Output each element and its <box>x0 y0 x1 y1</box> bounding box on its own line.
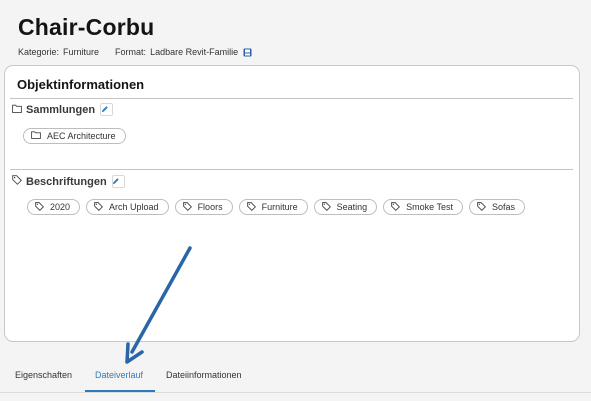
folder-icon <box>31 131 47 141</box>
category-label: Kategorie: <box>18 47 60 57</box>
category-value: Furniture <box>63 47 100 57</box>
collections-heading: Sammlungen <box>12 103 114 116</box>
folder-icon <box>12 104 26 116</box>
collections-chips: AEC Architecture <box>23 128 126 144</box>
tabs-divider <box>0 392 591 393</box>
label-chip[interactable]: 2020 <box>27 199 81 215</box>
tag-icon <box>477 201 492 213</box>
tab-bar: Eigenschaften Dateiverlauf Dateiinformat… <box>0 362 591 401</box>
revit-file-icon <box>243 48 252 57</box>
asset-meta: Kategorie: Furniture Format: Ladbare Rev… <box>18 47 252 57</box>
format-value: Ladbare Revit-Familie <box>150 47 239 57</box>
labels-label: Beschriftungen <box>26 175 107 188</box>
pencil-icon <box>112 176 124 188</box>
edit-labels-button[interactable] <box>111 175 125 188</box>
label-chip-text: Seating <box>336 202 368 212</box>
tab-eigenschaften[interactable]: Eigenschaften <box>15 370 72 380</box>
collections-label: Sammlungen <box>26 103 96 116</box>
label-chip[interactable]: Smoke Test <box>383 199 463 215</box>
label-chip[interactable]: Seating <box>313 199 378 215</box>
tag-icon <box>182 201 198 213</box>
tag-icon <box>12 175 26 188</box>
format-label: Format: <box>115 47 147 57</box>
collection-chip[interactable]: AEC Architecture <box>23 128 126 144</box>
page-title: Chair-Corbu <box>18 14 155 40</box>
divider <box>10 169 573 170</box>
label-chip[interactable]: Furniture <box>238 199 308 215</box>
tag-icon <box>321 201 337 213</box>
collection-chip-label: AEC Architecture <box>47 131 116 141</box>
labels-chips: 2020 Arch Upload Floors Furniture Seatin… <box>27 199 525 215</box>
object-info-card: Objektinformationen Sammlungen AEC Archi… <box>4 65 580 342</box>
label-chip-text: Smoke Test <box>406 202 453 212</box>
label-chip[interactable]: Arch Upload <box>86 199 169 215</box>
tag-icon <box>246 201 262 213</box>
tag-icon <box>94 201 109 213</box>
tag-icon <box>391 201 406 213</box>
tag-icon <box>35 201 50 213</box>
label-chip-text: 2020 <box>50 202 71 212</box>
divider <box>10 98 573 99</box>
pencil-icon <box>101 104 113 116</box>
label-chip-text: Sofas <box>491 202 515 212</box>
label-chip-text: Furniture <box>261 202 298 212</box>
tab-dateiinformationen[interactable]: Dateiinformationen <box>166 370 242 380</box>
label-chip-text: Floors <box>197 202 223 212</box>
label-chip[interactable]: Sofas <box>468 199 525 215</box>
label-chip-text: Arch Upload <box>109 202 159 212</box>
page: Chair-Corbu Kategorie: Furniture Format:… <box>0 0 591 401</box>
labels-heading: Beschriftungen <box>12 175 125 188</box>
label-chip[interactable]: Floors <box>174 199 233 215</box>
edit-collections-button[interactable] <box>100 103 114 116</box>
tab-dateiverlauf[interactable]: Dateiverlauf <box>95 370 143 380</box>
card-title: Objektinformationen <box>17 77 145 92</box>
